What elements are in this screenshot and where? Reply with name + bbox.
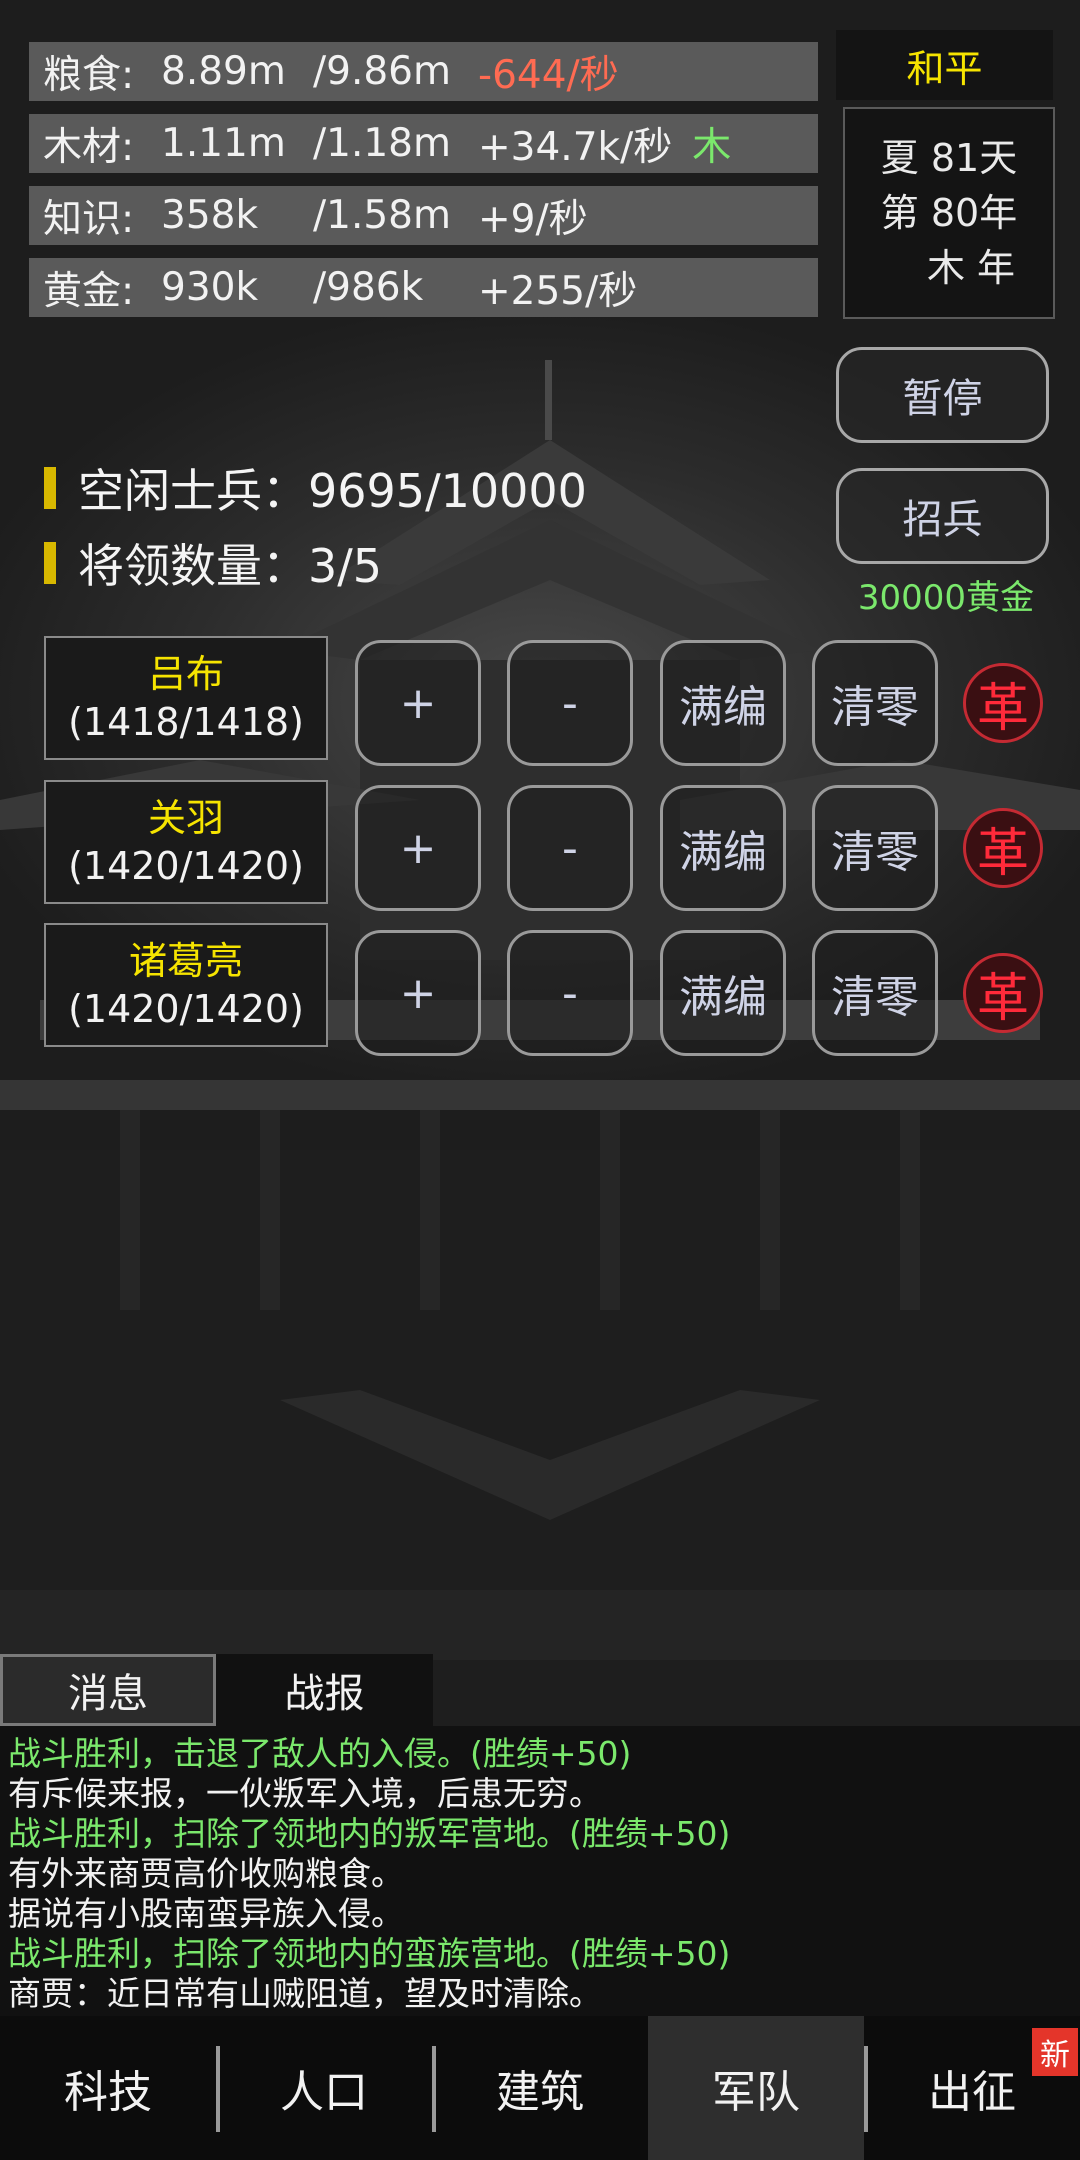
stat-marker (44, 542, 56, 584)
resource-current: 930k (161, 265, 259, 310)
resource-max: /1.58m (313, 193, 451, 238)
log-entry: 战斗胜利，击退了敌人的入侵。(胜绩+50) (8, 1734, 632, 1773)
nav-buildings[interactable]: 建筑 (432, 2016, 648, 2160)
dismiss-general-button[interactable]: 革 (963, 953, 1043, 1033)
date-season-day: 夏 81天 (880, 135, 1018, 180)
general-name: 吕布 (147, 652, 224, 696)
general-name: 诸葛亮 (128, 939, 243, 983)
general-troops: (1420/1420) (68, 844, 304, 888)
game-date: 夏 81天 第 80年 木 年 (843, 107, 1055, 319)
resource-bonus-tag: 木 (692, 124, 732, 170)
message-tabs: 消息 战报 (0, 1654, 433, 1726)
date-element-year: 木 年 (926, 245, 1016, 290)
resource-current: 1.11m (161, 121, 286, 166)
idle-soldiers: 空闲士兵：9695/10000 (44, 455, 587, 521)
log-entry: 有斥候来报，一伙叛军入境，后患无穷。 (8, 1774, 602, 1813)
log-entry: 据说有小股南蛮异族入侵。 (8, 1894, 404, 1933)
nav-army[interactable]: 军队 (648, 2016, 864, 2160)
resource-rate: +34.7k/秒 (478, 124, 673, 170)
fill-troops-button[interactable]: 满编 (660, 640, 786, 766)
add-troops-button[interactable]: + (355, 640, 481, 766)
general-troops: (1420/1420) (68, 987, 304, 1031)
general-count-label: 将领数量：3/5 (78, 539, 383, 593)
nav-expedition-label: 出征 (928, 2067, 1016, 2118)
general-count: 将领数量：3/5 (44, 530, 382, 596)
resource-row-gold: 黄金: 930k /986k +255/秒 (29, 258, 818, 317)
nav-population[interactable]: 人口 (216, 2016, 432, 2160)
log-entry: 商贾：近日常有山贼阻道，望及时清除。 (8, 1974, 602, 2013)
resource-row-wood: 木材: 1.11m /1.18m +34.7k/秒 木 (29, 114, 818, 173)
remove-troops-button[interactable]: - (507, 640, 633, 766)
tab-battle-report[interactable]: 战报 (216, 1654, 433, 1726)
add-troops-button[interactable]: + (355, 930, 481, 1056)
resource-name: 木材: (43, 124, 135, 170)
bottom-nav: 科技 人口 建筑 军队 出征 新 (0, 2016, 1080, 2160)
resource-row-knowledge: 知识: 358k /1.58m +9/秒 (29, 186, 818, 245)
dismiss-general-button[interactable]: 革 (963, 663, 1043, 743)
clear-troops-button[interactable]: 清零 (812, 640, 938, 766)
general-card: 关羽 (1420/1420) (44, 780, 328, 904)
message-log: 战斗胜利，击退了敌人的入侵。(胜绩+50) 有斥候来报，一伙叛军入境，后患无穷。… (0, 1726, 1080, 2016)
fill-troops-button[interactable]: 满编 (660, 785, 786, 911)
diplomacy-status: 和平 (836, 30, 1053, 100)
resource-max: /9.86m (313, 49, 451, 94)
general-card: 吕布 (1418/1418) (44, 636, 328, 760)
log-entry: 战斗胜利，扫除了领地内的叛军营地。(胜绩+50) (8, 1814, 731, 1853)
recruit-cost: 30000黄金 (857, 578, 1035, 618)
general-troops: (1418/1418) (68, 700, 304, 744)
new-badge: 新 (1032, 2028, 1078, 2076)
resource-current: 358k (161, 193, 259, 238)
nav-tech[interactable]: 科技 (0, 2016, 216, 2160)
log-entry: 战斗胜利，扫除了领地内的蛮族营地。(胜绩+50) (8, 1934, 731, 1973)
resource-current: 8.89m (161, 49, 286, 94)
resource-name: 黄金: (43, 268, 135, 314)
resource-rate: +255/秒 (478, 268, 638, 314)
nav-expedition[interactable]: 出征 新 (864, 2016, 1080, 2160)
recruit-button[interactable]: 招兵 (836, 468, 1049, 564)
date-year: 第 80年 (880, 190, 1018, 235)
add-troops-button[interactable]: + (355, 785, 481, 911)
resource-row-food: 粮食: 8.89m /9.86m -644/秒 (29, 42, 818, 101)
resource-rate: +9/秒 (478, 196, 588, 242)
remove-troops-button[interactable]: - (507, 930, 633, 1056)
dismiss-general-button[interactable]: 革 (963, 808, 1043, 888)
resource-max: /1.18m (313, 121, 451, 166)
resource-max: /986k (313, 265, 424, 310)
tab-messages[interactable]: 消息 (0, 1654, 216, 1726)
stat-marker (44, 467, 56, 509)
resource-name: 粮食: (43, 52, 135, 98)
resource-name: 知识: (43, 196, 135, 242)
log-entry: 有外来商贾高价收购粮食。 (8, 1854, 404, 1893)
idle-soldiers-label: 空闲士兵：9695/10000 (78, 464, 587, 518)
clear-troops-button[interactable]: 清零 (812, 930, 938, 1056)
resource-rate: -644/秒 (478, 52, 619, 98)
fill-troops-button[interactable]: 满编 (660, 930, 786, 1056)
clear-troops-button[interactable]: 清零 (812, 785, 938, 911)
pause-button[interactable]: 暂停 (836, 347, 1049, 443)
remove-troops-button[interactable]: - (507, 785, 633, 911)
general-card: 诸葛亮 (1420/1420) (44, 923, 328, 1047)
general-name: 关羽 (147, 796, 224, 840)
